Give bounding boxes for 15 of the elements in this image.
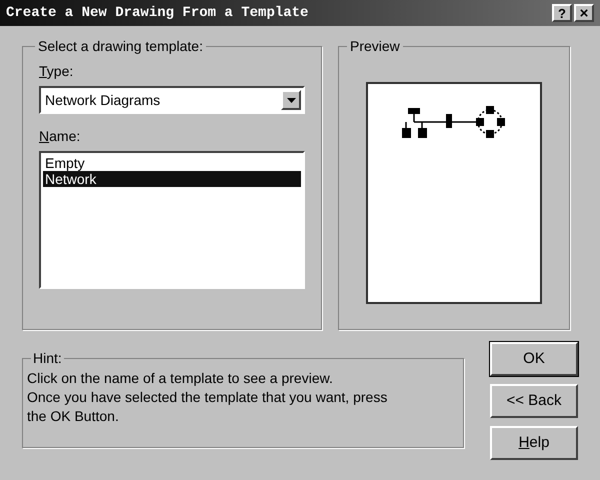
close-button[interactable]: × [574,4,594,22]
dialog-button[interactable]: << Back [490,384,578,418]
hint-text: Click on the name of a template to see a preview. Once you have selected the template that you want, press the OK Button. [27,369,388,426]
dialog-button[interactable]: OK [490,342,578,376]
group-legend: Preview [347,36,403,57]
group-legend: Hint: [31,348,64,369]
group-legend: Select a drawing template: [35,36,206,57]
dialog-button[interactable]: Help [490,426,578,460]
list-item[interactable]: Empty [43,155,301,171]
type-dropdown[interactable]: Network Diagrams [39,86,305,114]
type-label: Type: [39,62,74,81]
name-label: Name: [39,127,80,146]
list-item[interactable]: Network [43,171,301,187]
help-button[interactable]: ? [552,4,572,22]
window-title: Create a New Drawing From a Template [6,4,308,22]
